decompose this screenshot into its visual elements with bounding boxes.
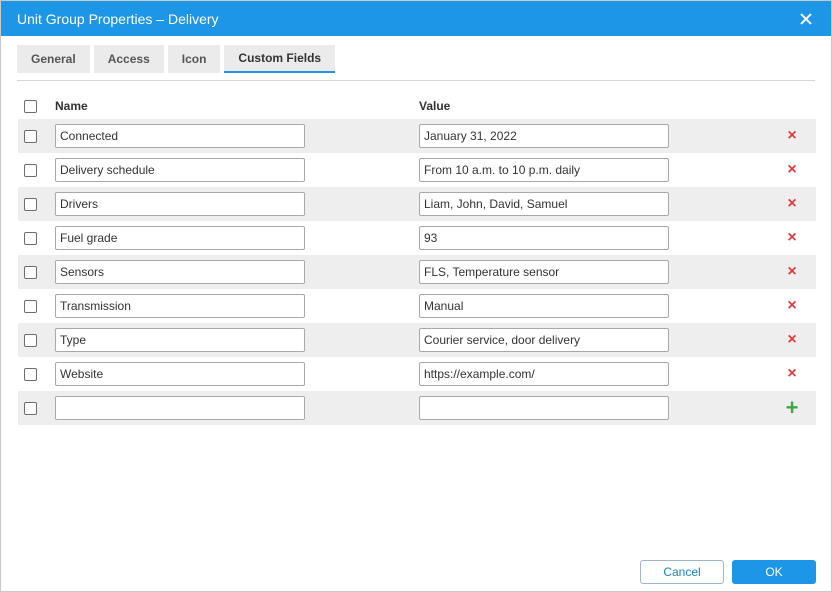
tab-access[interactable]: Access: [93, 45, 164, 73]
table-row: Sensors FLS, Temperature sensor ×: [18, 255, 816, 289]
tab-general[interactable]: General: [17, 45, 90, 73]
row-checkbox[interactable]: [24, 299, 37, 313]
field-value-input[interactable]: Courier service, door delivery: [419, 328, 669, 352]
new-field-value-input[interactable]: [419, 396, 669, 420]
field-value-input[interactable]: 93: [419, 226, 669, 250]
ok-button[interactable]: OK: [732, 560, 816, 584]
select-all-checkbox[interactable]: [24, 99, 37, 113]
tab-custom-fields[interactable]: Custom Fields: [224, 45, 336, 73]
new-field-name-input[interactable]: [55, 396, 305, 420]
field-name-input[interactable]: Transmission: [55, 294, 305, 318]
column-header-name: Name: [55, 99, 88, 113]
row-checkbox[interactable]: [24, 265, 37, 279]
table-header: Name Value: [18, 93, 816, 119]
row-checkbox[interactable]: [24, 367, 37, 381]
table-row: Connected January 31, 2022 ×: [18, 119, 816, 153]
dialog-titlebar: Unit Group Properties – Delivery: [1, 1, 831, 36]
delete-icon[interactable]: ×: [784, 230, 800, 246]
add-icon[interactable]: +: [784, 397, 800, 419]
table-row: Type Courier service, door delivery ×: [18, 323, 816, 357]
row-checkbox[interactable]: [24, 163, 37, 177]
table-row: Drivers Liam, John, David, Samuel ×: [18, 187, 816, 221]
close-icon[interactable]: [797, 10, 815, 28]
field-name-input[interactable]: Drivers: [55, 192, 305, 216]
delete-icon[interactable]: ×: [784, 264, 800, 280]
delete-icon[interactable]: ×: [784, 128, 800, 144]
row-checkbox[interactable]: [24, 401, 37, 415]
delete-icon[interactable]: ×: [784, 332, 800, 348]
custom-fields-table: Name Value Connected January 31, 2022 × …: [18, 93, 816, 425]
field-name-input[interactable]: Type: [55, 328, 305, 352]
field-value-input[interactable]: From 10 a.m. to 10 p.m. daily: [419, 158, 669, 182]
table-row: Website https://example.com/ ×: [18, 357, 816, 391]
row-checkbox[interactable]: [24, 231, 37, 245]
table-row: Transmission Manual ×: [18, 289, 816, 323]
field-value-input[interactable]: January 31, 2022: [419, 124, 669, 148]
tab-icon[interactable]: Icon: [167, 45, 221, 73]
delete-icon[interactable]: ×: [784, 366, 800, 382]
field-value-input[interactable]: FLS, Temperature sensor: [419, 260, 669, 284]
delete-icon[interactable]: ×: [784, 162, 800, 178]
field-name-input[interactable]: Fuel grade: [55, 226, 305, 250]
field-name-input[interactable]: Website: [55, 362, 305, 386]
field-value-input[interactable]: Liam, John, David, Samuel: [419, 192, 669, 216]
row-checkbox[interactable]: [24, 197, 37, 211]
field-value-input[interactable]: Manual: [419, 294, 669, 318]
table-row: Delivery schedule From 10 a.m. to 10 p.m…: [18, 153, 816, 187]
delete-icon[interactable]: ×: [784, 196, 800, 212]
tab-bar: General Access Icon Custom Fields: [17, 45, 815, 81]
field-name-input[interactable]: Sensors: [55, 260, 305, 284]
unit-group-properties-dialog: Unit Group Properties – Delivery General…: [0, 0, 832, 592]
field-name-input[interactable]: Connected: [55, 124, 305, 148]
cancel-button[interactable]: Cancel: [640, 560, 724, 584]
column-header-value: Value: [419, 99, 451, 113]
row-checkbox[interactable]: [24, 333, 37, 347]
delete-icon[interactable]: ×: [784, 298, 800, 314]
field-name-input[interactable]: Delivery schedule: [55, 158, 305, 182]
table-row: Fuel grade 93 ×: [18, 221, 816, 255]
row-checkbox[interactable]: [24, 129, 37, 143]
field-value-input[interactable]: https://example.com/: [419, 362, 669, 386]
dialog-title: Unit Group Properties – Delivery: [17, 10, 219, 27]
new-field-row: +: [18, 391, 816, 425]
